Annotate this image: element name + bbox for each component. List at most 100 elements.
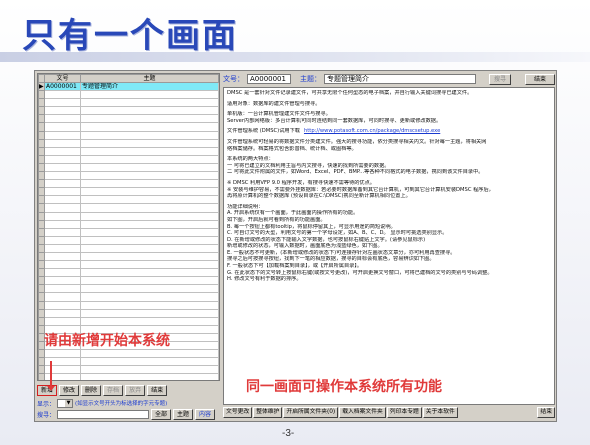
edit-button[interactable]: 修改 — [59, 384, 80, 396]
column-header-subject[interactable]: 主题 — [80, 74, 219, 83]
empty-cell[interactable] — [44, 146, 81, 156]
empty-cell[interactable] — [80, 195, 219, 205]
maintenance-button[interactable]: 整体维护 — [253, 407, 283, 418]
empty-cell[interactable] — [80, 130, 219, 140]
search-subject-button[interactable]: 主题 — [173, 409, 194, 420]
empty-cell[interactable] — [44, 235, 81, 245]
empty-cell[interactable] — [44, 130, 81, 140]
search-button[interactable]: 搜寻 — [489, 73, 511, 85]
table-row-empty[interactable] — [38, 243, 219, 253]
empty-cell[interactable] — [80, 276, 219, 286]
empty-cell[interactable] — [80, 138, 219, 148]
empty-cell[interactable] — [44, 251, 81, 262]
empty-cell[interactable] — [80, 179, 219, 189]
table-row-empty[interactable] — [38, 373, 219, 380]
table-row-empty[interactable] — [38, 122, 219, 132]
table-row-empty[interactable] — [38, 203, 219, 213]
empty-cell[interactable] — [80, 122, 219, 132]
empty-cell[interactable] — [44, 106, 81, 116]
empty-cell[interactable] — [80, 251, 219, 262]
empty-cell[interactable] — [80, 349, 219, 359]
save-button[interactable]: 存档 — [103, 384, 124, 396]
document-content[interactable]: DMSC 是一套针对文件记录建文件，可共享无限个任何型态的电子档案，并自行输入关… — [223, 87, 555, 405]
empty-cell[interactable] — [80, 300, 219, 310]
table-row-empty[interactable] — [38, 106, 219, 116]
table-row-empty[interactable] — [38, 138, 219, 148]
doc-no-field[interactable]: A0000001 — [247, 74, 291, 84]
table-row-empty[interactable] — [38, 284, 219, 294]
search-all-button[interactable]: 全部 — [151, 409, 172, 420]
column-header-no[interactable]: 文号 — [44, 74, 81, 83]
table-row-empty[interactable] — [38, 187, 219, 197]
empty-cell[interactable] — [44, 203, 81, 213]
empty-cell[interactable] — [80, 154, 219, 164]
table-row-empty[interactable] — [38, 154, 219, 164]
empty-cell[interactable] — [80, 243, 219, 253]
empty-cell[interactable] — [44, 243, 81, 253]
table-row-empty[interactable] — [38, 260, 219, 270]
table-row-empty[interactable] — [38, 349, 219, 359]
empty-cell[interactable] — [44, 179, 81, 189]
empty-cell[interactable] — [80, 308, 219, 318]
cell-subject[interactable]: 专题管理简介 — [80, 81, 219, 92]
table-row-empty[interactable] — [38, 114, 219, 124]
empty-cell[interactable] — [44, 316, 81, 326]
empty-cell[interactable] — [44, 284, 81, 294]
empty-cell[interactable] — [80, 146, 219, 156]
change-doc-no-button[interactable]: 文号更改 — [223, 407, 253, 418]
empty-cell[interactable] — [80, 211, 219, 221]
table-row-empty[interactable] — [38, 365, 219, 375]
exit-button[interactable]: 结束 — [537, 407, 555, 418]
empty-cell[interactable] — [44, 138, 81, 148]
empty-cell[interactable] — [80, 316, 219, 326]
empty-cell[interactable] — [80, 219, 219, 229]
delete-button[interactable]: 删除 — [81, 384, 102, 396]
close-button-left[interactable]: 结束 — [147, 384, 168, 396]
table-row-empty[interactable] — [38, 146, 219, 156]
close-button-right[interactable]: 结束 — [525, 73, 555, 85]
empty-cell[interactable] — [44, 211, 81, 221]
empty-cell[interactable] — [44, 308, 81, 318]
print-topic-button[interactable]: 列印本专题 — [386, 407, 422, 418]
about-button[interactable]: 关于本软件 — [422, 407, 458, 418]
empty-cell[interactable] — [44, 122, 81, 132]
empty-cell[interactable] — [44, 349, 81, 359]
empty-cell[interactable] — [44, 300, 81, 310]
chevron-down-icon[interactable]: ▼ — [65, 399, 73, 407]
empty-cell[interactable] — [80, 373, 219, 380]
cancel-button[interactable]: 放弃 — [125, 384, 146, 396]
empty-cell[interactable] — [80, 292, 219, 302]
subject-field[interactable]: 专题管理简介 — [324, 74, 476, 84]
table-row-empty[interactable] — [38, 171, 219, 181]
empty-cell[interactable] — [44, 162, 81, 173]
empty-cell[interactable] — [44, 90, 81, 100]
empty-cell[interactable] — [44, 114, 81, 124]
table-row-empty[interactable] — [38, 162, 219, 173]
table-row-empty[interactable] — [38, 219, 219, 229]
empty-cell[interactable] — [80, 357, 219, 367]
table-row-empty[interactable] — [38, 308, 219, 318]
empty-cell[interactable] — [80, 90, 219, 100]
cell-doc-no[interactable]: A0000001 — [44, 81, 81, 92]
empty-cell[interactable] — [80, 203, 219, 213]
table-row-empty[interactable] — [38, 90, 219, 100]
empty-cell[interactable] — [80, 365, 219, 375]
table-row-empty[interactable] — [38, 179, 219, 189]
empty-cell[interactable] — [44, 219, 81, 229]
empty-cell[interactable] — [44, 268, 81, 278]
search-content-button[interactable]: 内容 — [195, 409, 216, 420]
table-row-empty[interactable] — [38, 357, 219, 367]
empty-cell[interactable] — [80, 162, 219, 173]
table-row-empty[interactable] — [38, 227, 219, 237]
empty-cell[interactable] — [44, 276, 81, 286]
table-row-empty[interactable] — [38, 268, 219, 278]
empty-cell[interactable] — [80, 187, 219, 197]
table-row-empty[interactable] — [38, 316, 219, 326]
empty-cell[interactable] — [44, 171, 81, 181]
empty-cell[interactable] — [80, 106, 219, 116]
table-row-empty[interactable] — [38, 300, 219, 310]
empty-cell[interactable] — [80, 114, 219, 124]
empty-cell[interactable] — [44, 260, 81, 270]
empty-cell[interactable] — [44, 227, 81, 237]
empty-cell[interactable] — [80, 98, 219, 108]
